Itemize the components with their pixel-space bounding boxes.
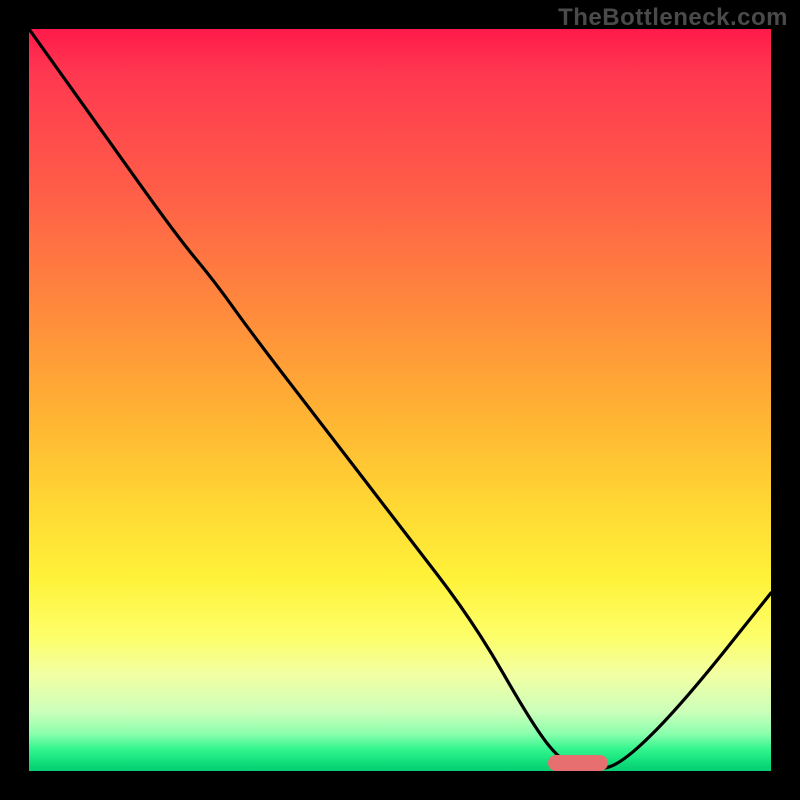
plot-area [26,26,774,774]
chart-frame: TheBottleneck.com [0,0,800,800]
watermark-text: TheBottleneck.com [558,4,788,32]
bottleneck-curve [29,29,771,771]
optimal-marker [548,755,607,771]
